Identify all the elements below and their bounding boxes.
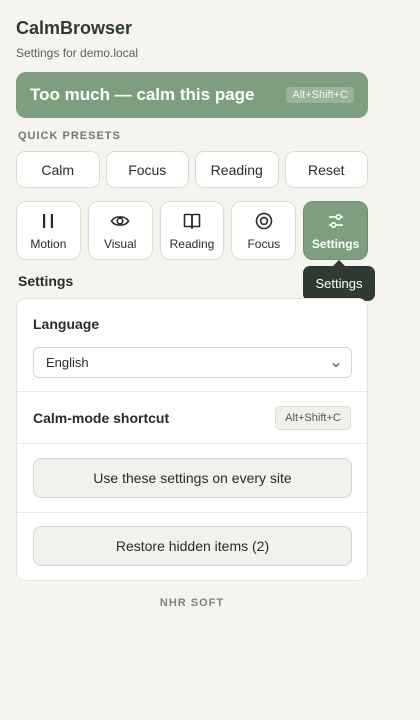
quick-presets: Calm Focus Reading Reset <box>16 151 368 188</box>
settings-heading: Settings <box>18 273 74 289</box>
pause-icon <box>38 211 58 231</box>
tab-visual-label: Visual <box>103 236 137 251</box>
language-select-value: English <box>46 355 89 370</box>
calm-mode-shortcut-label: Calm-mode shortcut <box>33 410 170 426</box>
calm-page-button[interactable]: Too much — calm this page Alt+Shift+C <box>16 72 368 118</box>
settings-panel: Language English Calm-mode shortcut Alt+… <box>16 298 368 581</box>
divider <box>17 391 367 392</box>
calm-page-button-label: Too much — calm this page <box>30 85 255 104</box>
app-title: CalmBrowser <box>16 18 133 38</box>
tab-settings-label: Settings <box>311 236 360 251</box>
category-tabs: Motion Visual Reading Focus Settings <box>16 201 368 260</box>
app-subtitle: Settings for demo.local <box>16 46 139 60</box>
calm-mode-shortcut-badge: Alt+Shift+C <box>275 406 351 430</box>
preset-reset-button[interactable]: Reset <box>284 151 368 188</box>
tab-focus-label: Focus <box>247 236 281 251</box>
quick-presets-heading: QUICK PRESETS <box>18 130 121 142</box>
calm-page-shortcut-badge: Alt+Shift+C <box>286 87 354 103</box>
tab-focus[interactable]: Focus <box>231 201 297 260</box>
preset-focus-button[interactable]: Focus <box>105 151 189 188</box>
chevron-down-icon <box>331 358 341 368</box>
settings-tooltip: Settings <box>303 260 375 301</box>
tab-reading[interactable]: Reading <box>159 201 225 260</box>
tab-motion[interactable]: Motion <box>16 201 81 260</box>
divider <box>17 443 367 444</box>
target-icon <box>254 211 274 231</box>
eye-icon <box>110 211 130 231</box>
tab-visual[interactable]: Visual <box>87 201 153 260</box>
tab-reading-label: Reading <box>169 236 215 251</box>
book-icon <box>182 211 202 231</box>
tab-settings[interactable]: Settings <box>303 201 368 260</box>
restore-hidden-items-button[interactable]: Restore hidden items (2) <box>33 526 352 566</box>
language-label: Language <box>33 316 100 332</box>
language-select[interactable]: English <box>33 347 352 378</box>
footer-brand: NHR SOFT <box>159 597 225 609</box>
preset-calm-button[interactable]: Calm <box>16 151 100 188</box>
preset-reading-button[interactable]: Reading <box>195 151 279 188</box>
divider <box>17 512 367 513</box>
use-on-every-site-button[interactable]: Use these settings on every site <box>33 458 352 498</box>
sliders-icon <box>326 211 346 231</box>
tab-motion-label: Motion <box>30 236 67 251</box>
